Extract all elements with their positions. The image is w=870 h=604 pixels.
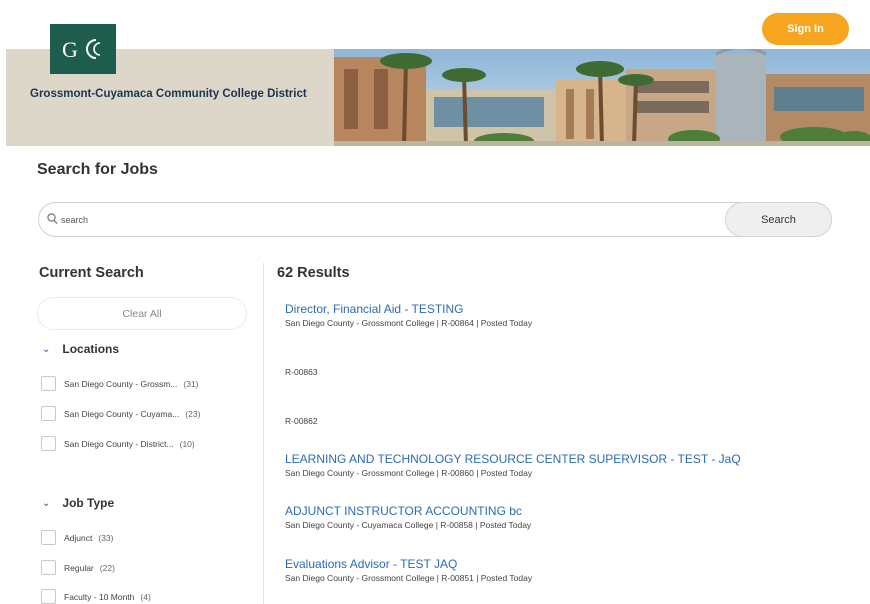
job-result: Director, Financial Aid - TESTING San Di… — [285, 302, 532, 329]
job-result: ADJUNCT INSTRUCTOR ACCOUNTING bc San Die… — [285, 504, 531, 531]
facet-label: Locations — [62, 342, 120, 356]
job-result: LEARNING AND TECHNOLOGY RESOURCE CENTER … — [285, 452, 741, 479]
search-input[interactable] — [61, 212, 711, 228]
search-icon — [47, 213, 58, 225]
facet-option-label: Faculty - 10 Month — [64, 591, 135, 602]
facet-option-count: (23) — [185, 408, 201, 419]
search-button[interactable]: Search — [725, 202, 832, 237]
facet-option-location-district[interactable]: San Diego County - District... (10) — [41, 436, 195, 451]
facet-option-count: (10) — [179, 438, 195, 449]
district-name: Grossmont-Cuyamaca Community College Dis… — [30, 88, 307, 100]
search-bar: Search — [38, 202, 832, 237]
chevron-down-icon: ⌄ — [42, 497, 51, 509]
job-result: Evaluations Advisor - TEST JAQ San Diego… — [285, 557, 532, 584]
job-meta: San Diego County - Grossmont College | R… — [285, 468, 533, 478]
checkbox[interactable] — [41, 530, 56, 545]
results-count: 62 Results — [277, 265, 350, 281]
facet-option-count: (22) — [99, 562, 115, 573]
job-title-link[interactable]: LEARNING AND TECHNOLOGY RESOURCE CENTER … — [285, 452, 741, 466]
job-meta: San Diego County - Grossmont College | R… — [285, 318, 533, 328]
banner: Grossmont-Cuyamaca Community College Dis… — [6, 49, 870, 146]
checkbox[interactable] — [41, 560, 56, 575]
checkbox[interactable] — [41, 406, 56, 421]
facet-option-regular[interactable]: Regular (22) — [41, 560, 115, 575]
facet-option-label: San Diego County - Cuyama... — [64, 408, 180, 419]
facet-label: Job Type — [62, 496, 115, 510]
job-title-link[interactable]: ADJUNCT INSTRUCTOR ACCOUNTING bc — [285, 504, 531, 518]
clear-all-button[interactable]: Clear All — [37, 297, 247, 330]
job-result-id: R-00862 — [285, 416, 318, 426]
sign-in-button[interactable]: Sign In — [762, 13, 849, 45]
facet-option-count: (33) — [98, 532, 114, 543]
job-title-link[interactable]: Director, Financial Aid - TESTING — [285, 302, 532, 316]
current-search-title: Current Search — [39, 265, 144, 281]
checkbox[interactable] — [41, 376, 56, 391]
svg-text:G: G — [62, 37, 78, 62]
chevron-down-icon: ⌄ — [42, 343, 51, 355]
college-logo[interactable]: G — [50, 24, 116, 74]
facet-option-count: (31) — [183, 378, 199, 389]
job-title-link[interactable]: Evaluations Advisor - TEST JAQ — [285, 557, 532, 571]
checkbox[interactable] — [41, 436, 56, 451]
facet-option-adjunct[interactable]: Adjunct (33) — [41, 530, 113, 545]
header: Grossmont-Cuyamaca Community College Dis… — [0, 0, 870, 146]
facet-option-location-cuyamaca[interactable]: San Diego County - Cuyama... (23) — [41, 406, 200, 421]
logo-icon: G — [62, 37, 101, 62]
search-title: Search for Jobs — [37, 161, 158, 178]
facet-locations-toggle[interactable]: ⌄ Locations — [42, 342, 119, 356]
job-meta: San Diego County - Cuyamaca College | R-… — [285, 520, 532, 530]
facet-option-label: Adjunct — [64, 532, 93, 543]
job-result-id: R-00863 — [285, 367, 318, 377]
facet-option-location-grossmont[interactable]: San Diego County - Grossm... (31) — [41, 376, 199, 391]
column-divider — [263, 263, 264, 604]
facet-job-type-toggle[interactable]: ⌄ Job Type — [42, 496, 114, 510]
facet-option-label: San Diego County - Grossm... — [64, 378, 178, 389]
facet-option-label: Regular — [64, 562, 94, 573]
facet-option-label: San Diego County - District... — [64, 438, 174, 449]
campus-photo — [334, 49, 870, 146]
checkbox[interactable] — [41, 589, 56, 604]
job-meta: San Diego County - Grossmont College | R… — [285, 573, 533, 583]
facet-option-count: (4) — [140, 591, 151, 602]
facet-option-faculty-10-month[interactable]: Faculty - 10 Month (4) — [41, 589, 151, 604]
